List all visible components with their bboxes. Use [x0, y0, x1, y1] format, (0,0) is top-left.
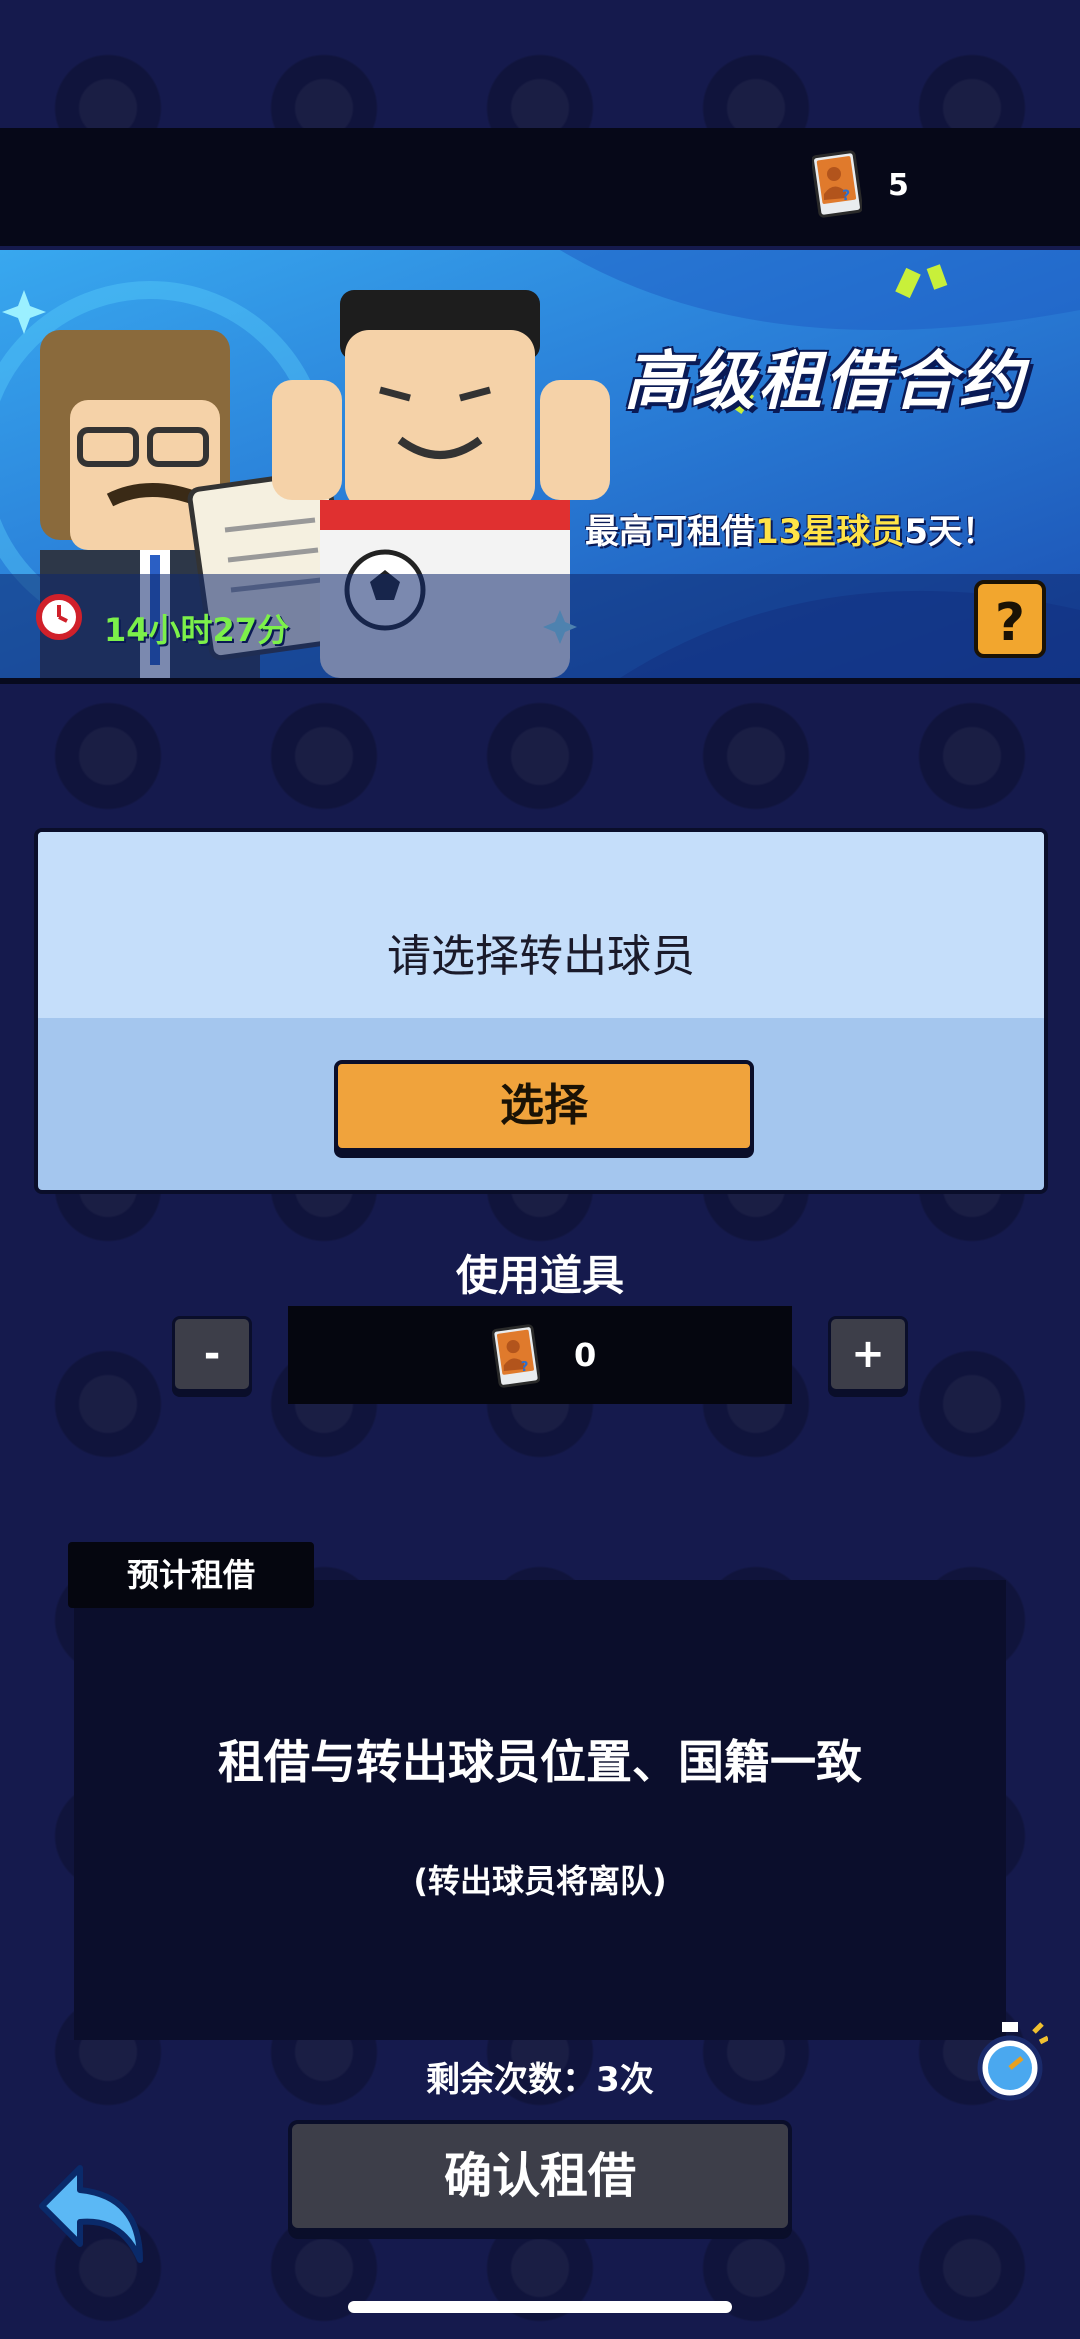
svg-text:?: ?	[521, 1360, 529, 1375]
loan-contract-banner: 高级租借合约 最高可租借13星球员5天！ 14小时27分 ?	[0, 250, 1080, 684]
top-currency-bar	[0, 128, 1080, 246]
subtitle-prefix: 最高可租借	[585, 512, 755, 552]
svg-text:?: ?	[842, 188, 850, 204]
select-button[interactable]: 选择	[334, 1060, 754, 1152]
stopwatch-icon[interactable]	[972, 2018, 1048, 2104]
banner-title: 高级租借合约	[624, 345, 1026, 419]
subtitle-suffix: 5天！	[904, 512, 996, 552]
help-button[interactable]: ?	[974, 580, 1046, 658]
clock-icon	[36, 594, 82, 640]
item-count-display: ? 0	[288, 1306, 792, 1404]
subtitle-highlight: 13星球员	[755, 512, 905, 552]
countdown-timer: 14小时27分	[104, 611, 290, 649]
player-card-icon: ?	[492, 1324, 540, 1388]
item-count: 0	[574, 1336, 597, 1374]
home-indicator[interactable]	[348, 2301, 732, 2313]
select-player-panel: 请选择转出球员 选择	[34, 828, 1048, 1194]
use-item-label: 使用道具	[455, 1251, 624, 1300]
decrease-button[interactable]: -	[172, 1316, 252, 1392]
banner-subtitle: 最高可租借13星球员5天！	[585, 504, 996, 553]
estimate-description: 租借与转出球员位置、国籍一致	[218, 1735, 862, 1789]
estimate-note: (转出球员将离队)	[413, 1862, 667, 1900]
increase-button[interactable]: +	[828, 1316, 908, 1392]
currency-count: 5	[888, 168, 909, 203]
confirm-loan-button[interactable]: 确认租借	[288, 2120, 792, 2232]
estimate-panel	[74, 1580, 1006, 2040]
estimate-tab: 预计租借	[68, 1542, 314, 1608]
player-card-icon: ?	[812, 150, 862, 218]
select-prompt: 请选择转出球员	[387, 931, 695, 982]
remaining-count: 剩余次数：3次	[426, 2060, 654, 2100]
back-arrow-icon[interactable]	[36, 2160, 154, 2270]
